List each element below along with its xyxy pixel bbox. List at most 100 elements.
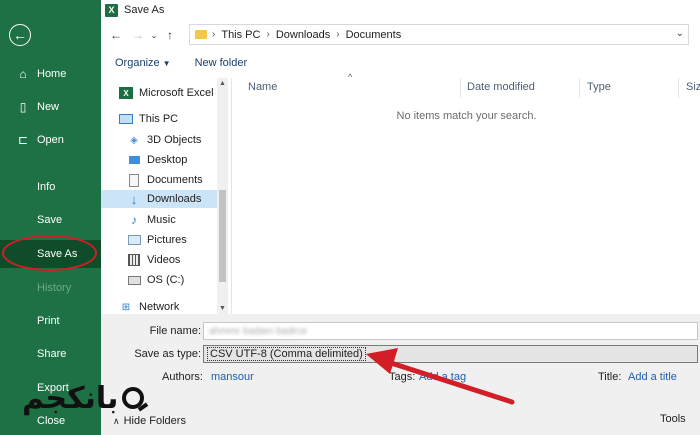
tree-item-this-pc[interactable]: This PC (119, 110, 178, 128)
tree-item-music[interactable]: ♪ Music (127, 211, 176, 229)
sidebar-item-label: Open (37, 134, 64, 146)
breadcrumb-this-pc[interactable]: This PC (221, 29, 260, 41)
sidebar-item-save-as[interactable]: Save As (0, 240, 101, 268)
column-header-size[interactable]: Size (686, 81, 700, 93)
tree-item-label: This PC (139, 113, 179, 125)
file-name-value: ahmmr badam badrce (209, 325, 307, 337)
file-name-input[interactable]: ahmmr badam badrce (203, 322, 698, 340)
scroll-down-icon[interactable]: ▼ (217, 305, 228, 312)
open-folder-icon: ⊏ (17, 133, 29, 147)
dialog-toolbar: Organize ▼ New folder (101, 52, 700, 74)
sidebar-item-label: Print (37, 315, 60, 327)
chevron-right-icon[interactable]: › (266, 29, 269, 40)
sort-ascending-icon: ^ (348, 72, 353, 82)
back-icon[interactable]: ← (105, 28, 127, 42)
network-icon: ⊞ (121, 301, 131, 313)
tree-item-label: Downloads (147, 193, 202, 205)
chevron-right-icon[interactable]: › (212, 29, 215, 40)
breadcrumb-documents[interactable]: Documents (346, 29, 402, 41)
sidebar-item-label: History (37, 282, 72, 294)
breadcrumb-downloads[interactable]: Downloads (276, 29, 330, 41)
column-divider[interactable] (678, 78, 679, 98)
tree-item-documents[interactable]: Documents (127, 171, 203, 189)
title-value[interactable]: Add a title (628, 371, 677, 383)
tree-item-label: Documents (147, 174, 203, 186)
3d-objects-icon: ◈ (130, 134, 138, 146)
tree-item-pictures[interactable]: Pictures (127, 231, 187, 249)
folder-icon (195, 30, 207, 39)
tree-item-label: Microsoft Excel (139, 87, 214, 99)
recent-locations-chevron-icon[interactable]: ⌄ (149, 31, 159, 40)
sidebar-item-save[interactable]: Save (0, 206, 101, 234)
file-name-label: File name: (149, 325, 201, 337)
save-as-type-value: CSV UTF-8 (Comma delimited) (207, 347, 366, 361)
tree-item-label: Network (139, 301, 180, 313)
sidebar-item-label: Save As (37, 248, 78, 260)
tree-item-label: Desktop (147, 154, 188, 166)
logo-text: بانکجم (22, 380, 119, 416)
downloads-icon: ↓ (130, 191, 138, 207)
column-header-type[interactable]: Type (587, 81, 611, 93)
column-header-date-modified[interactable]: Date modified (467, 81, 535, 93)
back-arrow-icon[interactable]: ← (9, 24, 31, 46)
nav-pane-scrollbar[interactable]: ▲ ▼ (217, 78, 228, 314)
sidebar-item-label: Share (37, 348, 67, 360)
forward-icon[interactable]: → (127, 28, 149, 42)
dialog-title: Save As (124, 4, 165, 16)
sidebar-item-new[interactable]: ▯ New (0, 93, 101, 121)
new-document-icon: ▯ (19, 100, 27, 114)
sidebar-item-label: New (37, 101, 60, 113)
sidebar-item-open[interactable]: ⊏ Open (0, 126, 101, 154)
sidebar-item-label: Save (37, 214, 63, 226)
save-as-dialog: X Save As ← → ⌄ ↑ › This PC › Downloads … (101, 0, 700, 435)
column-divider[interactable] (460, 78, 461, 98)
empty-folder-message: No items match your search. (396, 110, 537, 122)
title-label: Title: (598, 371, 622, 383)
sidebar-item-home[interactable]: ⌂ Home (0, 60, 101, 88)
dialog-titlebar: X Save As (101, 0, 700, 20)
address-bar-row: ← → ⌄ ↑ › This PC › Downloads › Document… (101, 22, 700, 48)
chevron-right-icon[interactable]: › (336, 29, 339, 40)
sidebar-item-print[interactable]: Print (0, 307, 101, 335)
scroll-up-icon[interactable]: ▲ (217, 80, 228, 87)
excel-icon: X (119, 87, 133, 99)
tree-item-label: Videos (147, 254, 181, 266)
tree-item-desktop[interactable]: Desktop (127, 151, 187, 169)
logo-search-icon (122, 387, 145, 409)
save-form: File name: ahmmr badam badrce Save as ty… (101, 314, 700, 435)
navigation-pane: X Microsoft Excel This PC ◈ 3D Objects D… (101, 78, 227, 314)
pictures-icon (127, 234, 141, 246)
sidebar-item-info[interactable]: Info (0, 173, 101, 201)
tree-item-network[interactable]: ⊞ Network (119, 298, 180, 314)
tags-value[interactable]: Add a tag (419, 371, 466, 383)
videos-icon (127, 254, 141, 266)
organize-button[interactable]: Organize ▼ (115, 57, 171, 69)
sidebar-item-share[interactable]: Share (0, 340, 101, 368)
save-as-type-select[interactable]: CSV UTF-8 (Comma delimited) (203, 345, 698, 363)
home-icon: ⌂ (19, 67, 27, 81)
excel-icon: X (105, 3, 118, 17)
up-arrow-icon[interactable]: ↑ (159, 28, 181, 42)
documents-icon (127, 173, 141, 187)
tree-item-microsoft-excel[interactable]: X Microsoft Excel (119, 84, 214, 102)
save-as-type-label: Save as type: (134, 348, 201, 360)
sidebar-item-label: Info (37, 181, 56, 193)
computer-icon (119, 113, 133, 125)
sidebar-item-history: History (0, 274, 101, 302)
tree-item-videos[interactable]: Videos (127, 251, 180, 269)
authors-value[interactable]: mansour (211, 371, 254, 383)
address-field[interactable]: › This PC › Downloads › Documents ⌄ (189, 24, 689, 45)
tree-item-3d-objects[interactable]: ◈ 3D Objects (127, 131, 201, 149)
new-folder-button[interactable]: New folder (195, 57, 248, 69)
tree-item-os-c[interactable]: OS (C:) (127, 271, 184, 289)
drive-icon (127, 274, 141, 286)
caret-down-icon: ▼ (162, 59, 171, 68)
scrollbar-thumb[interactable] (219, 190, 226, 282)
column-divider[interactable] (579, 78, 580, 98)
column-header-name[interactable]: Name (248, 81, 277, 93)
tree-item-label: Music (147, 214, 176, 226)
tags-label: Tags: (389, 371, 416, 383)
tools-button[interactable]: Tools (660, 413, 686, 425)
chevron-down-icon[interactable]: ⌄ (676, 28, 684, 39)
tree-item-downloads[interactable]: ↓ Downloads (101, 190, 217, 208)
